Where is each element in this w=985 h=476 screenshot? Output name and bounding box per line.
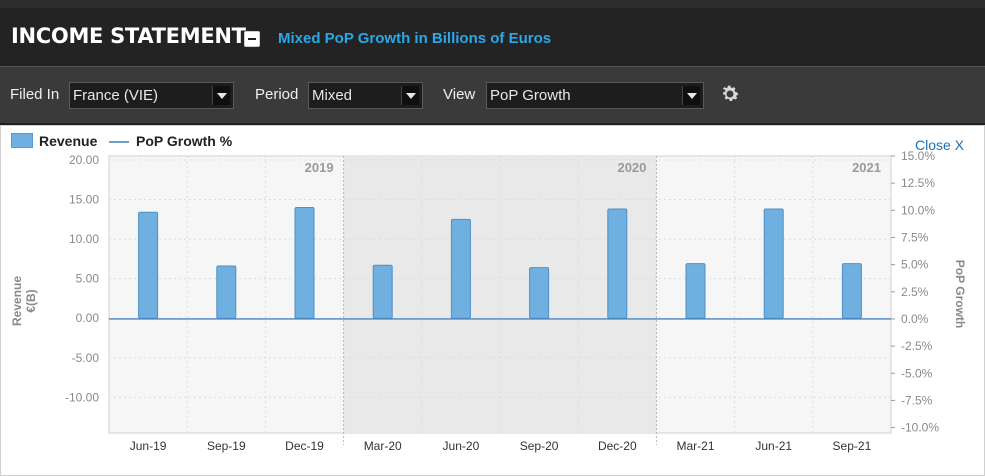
filed-in-label: Filed In xyxy=(10,86,60,103)
right-tick-label: 12.5% xyxy=(901,176,935,190)
page-title: INCOME STATEMENT xyxy=(11,24,246,48)
toolbar: Filed In France (VIE) Period Mixed View … xyxy=(0,66,985,123)
left-axis-title: Revenue€(B) xyxy=(10,276,38,326)
revenue-bar xyxy=(294,206,315,319)
right-tick-label: -2.5% xyxy=(901,339,933,353)
year-label: 2021 xyxy=(852,160,881,175)
view-select[interactable]: PoP Growth xyxy=(486,82,704,109)
x-tick-label: Sep-19 xyxy=(207,439,246,453)
filed-in-value: France (VIE) xyxy=(73,87,159,104)
year-label: 2019 xyxy=(305,160,334,175)
x-tick-label: Dec-19 xyxy=(285,439,324,453)
right-tick-label: -7.5% xyxy=(901,393,933,407)
y-tick-label: 5.00 xyxy=(76,272,100,286)
revenue-bar xyxy=(372,264,393,319)
right-tick-label: -5.0% xyxy=(901,366,933,380)
y-tick-label: 0.00 xyxy=(76,311,100,325)
revenue-bar xyxy=(529,267,550,319)
period-select[interactable]: Mixed xyxy=(308,82,423,109)
revenue-chart: 20.00 15.00 10.00 5.00 0.00 -5.00 -10.00 15.0% 1… xyxy=(10,149,967,453)
right-tick-label: -10.0% xyxy=(901,421,939,435)
chevron-down-icon[interactable] xyxy=(212,86,230,105)
revenue-bar xyxy=(841,263,862,319)
revenue-bar xyxy=(763,208,784,319)
x-tick-label: Dec-20 xyxy=(598,439,637,453)
y-tick-label: 10.00 xyxy=(69,232,99,246)
period-label: Period xyxy=(255,86,299,103)
collapse-icon[interactable] xyxy=(244,31,260,47)
x-tick-label: Jun-19 xyxy=(130,439,167,453)
right-tick-label: 5.0% xyxy=(901,258,929,272)
view-label: View xyxy=(443,86,476,103)
x-tick-label: Jun-20 xyxy=(443,439,480,453)
right-axis-title: PoP Growth xyxy=(953,260,967,328)
right-tick-label: 7.5% xyxy=(901,230,929,244)
x-tick-label: Mar-20 xyxy=(364,439,402,453)
x-tick-label: Sep-20 xyxy=(520,439,559,453)
revenue-bar xyxy=(450,218,471,319)
revenue-bar xyxy=(216,265,237,319)
filed-in-select[interactable]: France (VIE) xyxy=(69,82,234,109)
period-value: Mixed xyxy=(312,87,353,104)
title-bar: INCOME STATEMENT Mixed PoP Growth in Bil… xyxy=(0,0,985,66)
y-tick-label: 20.00 xyxy=(69,153,99,167)
right-tick-label: 0.0% xyxy=(901,312,929,326)
gear-icon[interactable] xyxy=(719,83,741,105)
revenue-bar xyxy=(138,211,159,319)
right-tick-label: 2.5% xyxy=(901,285,929,299)
chart-panel: Revenue PoP Growth % Close X 20.00 15.00 1… xyxy=(0,125,985,476)
x-tick-label: Jun-21 xyxy=(755,439,792,453)
chevron-down-icon[interactable] xyxy=(682,86,700,105)
view-value: PoP Growth xyxy=(490,87,571,104)
x-tick-label: Sep-21 xyxy=(833,439,872,453)
y-tick-label: -5.00 xyxy=(72,351,100,365)
year-label: 2020 xyxy=(617,160,646,175)
chevron-down-icon[interactable] xyxy=(401,86,419,105)
revenue-bar xyxy=(685,263,706,319)
x-tick-label: Mar-21 xyxy=(676,439,714,453)
y-tick-label: -10.00 xyxy=(65,390,99,404)
y-tick-label: 15.00 xyxy=(69,193,99,207)
page-subtitle: Mixed PoP Growth in Billions of Euros xyxy=(278,30,552,47)
revenue-bar xyxy=(607,208,628,319)
right-tick-label: 15.0% xyxy=(901,149,935,163)
right-tick-label: 10.0% xyxy=(901,203,935,217)
